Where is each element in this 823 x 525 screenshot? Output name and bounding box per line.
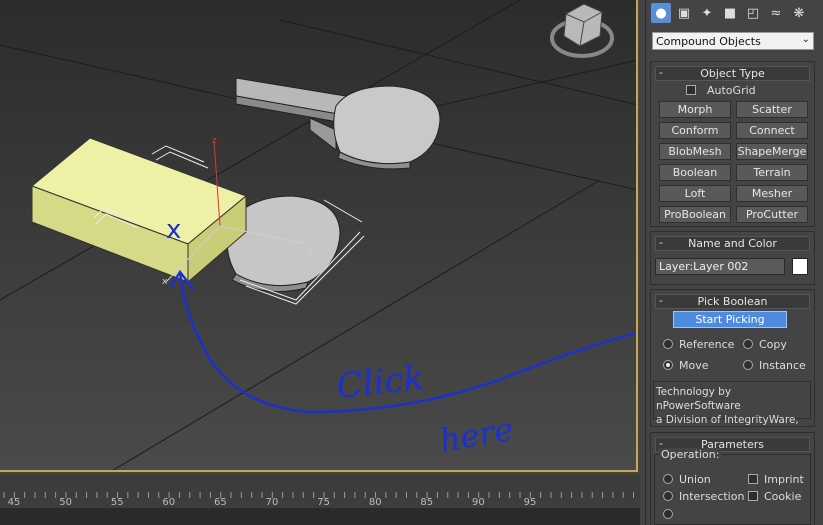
- union-label: Union: [679, 473, 711, 486]
- camera-icon[interactable]: ■: [720, 3, 740, 23]
- instance-label: Instance: [759, 359, 806, 372]
- reference-label: Reference: [679, 338, 735, 351]
- imprint-checkbox[interactable]: [748, 474, 758, 484]
- collapse-icon: -: [659, 236, 663, 249]
- object-type-rollout: - Object Type AutoGrid Morph Scatter Con…: [650, 61, 815, 227]
- annotation-here-label: here: [437, 410, 516, 460]
- systems-icon[interactable]: ❋: [789, 3, 809, 23]
- move-label: Move: [679, 359, 709, 372]
- autogrid-checkbox[interactable]: [686, 85, 696, 95]
- operation-label: Operation:: [659, 448, 722, 461]
- subtraction-radio[interactable]: [663, 509, 673, 519]
- terrain-button[interactable]: Terrain: [736, 164, 808, 181]
- collapse-icon: -: [659, 66, 663, 79]
- key-object[interactable]: [235, 77, 441, 170]
- helper-icon[interactable]: ◰: [743, 3, 763, 23]
- sphere-icon[interactable]: ●: [651, 3, 671, 23]
- connect-button[interactable]: Connect: [736, 122, 808, 139]
- ruler-tick-label: 85: [420, 497, 433, 506]
- instance-radio[interactable]: [743, 360, 753, 370]
- ruler-tick-label: 90: [472, 497, 485, 506]
- name-and-color-header[interactable]: - Name and Color: [655, 236, 810, 251]
- ruler-tick-label: 75: [317, 497, 330, 506]
- object-type-title: Object Type: [700, 67, 765, 80]
- annotation-click-label: Click: [335, 358, 426, 407]
- scatter-button[interactable]: Scatter: [736, 101, 808, 118]
- ruler-tick-label: 45: [8, 497, 21, 506]
- chevron-down-icon: ⌄: [801, 34, 810, 45]
- timeline-track[interactable]: [0, 508, 640, 525]
- category-value: Compound Objects: [656, 34, 761, 48]
- viewcube[interactable]: [550, 3, 614, 58]
- autogrid-label: AutoGrid: [707, 84, 756, 97]
- command-panel-tabs: ● ▣ ✦ ■ ◰ ≈ ❋: [651, 3, 809, 25]
- morph-button[interactable]: Morph: [659, 101, 731, 118]
- object-name-input[interactable]: Layer:Layer 002: [655, 258, 785, 275]
- object-color-swatch[interactable]: [792, 258, 808, 275]
- proboolean-button[interactable]: ProBoolean: [659, 206, 731, 223]
- copy-label: Copy: [759, 338, 787, 351]
- procutter-button[interactable]: ProCutter: [736, 206, 808, 223]
- ruler-tick-label: 70: [266, 497, 279, 506]
- axis-x-label: x: [162, 277, 168, 287]
- name-and-color-title: Name and Color: [688, 237, 777, 250]
- ruler-tick-label: 60: [162, 497, 175, 506]
- intersection-label: Intersection: [679, 490, 745, 503]
- axis-y-label: y: [307, 245, 313, 255]
- annotation-x-label: x: [166, 215, 181, 245]
- copy-radio[interactable]: [743, 339, 753, 349]
- frame-ruler[interactable]: 45 50 55 60 65 70 75 80 85 90 95: [0, 492, 640, 506]
- boolean-button[interactable]: Boolean: [659, 164, 731, 181]
- credit-line-2: a Division of IntegrityWare,: [656, 414, 799, 426]
- yellow-box-object[interactable]: [31, 137, 247, 284]
- mesher-button[interactable]: Mesher: [736, 185, 808, 202]
- union-radio[interactable]: [663, 474, 673, 484]
- ruler-tick-label: 80: [369, 497, 382, 506]
- cookie-label: Cookie: [764, 490, 802, 503]
- credit-line-1: Technology by nPowerSoftware: [656, 386, 741, 412]
- perspective-viewport[interactable]: z y x x Click here: [0, 0, 638, 472]
- cookie-checkbox[interactable]: [748, 491, 758, 501]
- collapse-icon: -: [659, 294, 663, 307]
- loft-button[interactable]: Loft: [659, 185, 731, 202]
- command-panel: ● ▣ ✦ ■ ◰ ≈ ❋ Compound Objects ⌄ - Objec…: [645, 0, 823, 525]
- reference-radio[interactable]: [663, 339, 673, 349]
- ruler-tick-label: 95: [524, 497, 537, 506]
- shapemerge-button[interactable]: ShapeMerge: [736, 143, 808, 160]
- move-radio[interactable]: [663, 360, 673, 370]
- pad-object[interactable]: [226, 195, 365, 305]
- credit-text-box: Technology by nPowerSoftware a Division …: [653, 381, 811, 426]
- shapes-icon[interactable]: ▣: [674, 3, 694, 23]
- blobmesh-button[interactable]: BlobMesh: [659, 143, 731, 160]
- intersection-radio[interactable]: [663, 491, 673, 501]
- ruler-tick-label: 55: [111, 497, 124, 506]
- conform-button[interactable]: Conform: [659, 122, 731, 139]
- timeline[interactable]: 45 50 55 60 65 70 75 80 85 90 95: [0, 474, 640, 525]
- category-dropdown[interactable]: Compound Objects ⌄: [652, 32, 814, 50]
- spacewarp-icon[interactable]: ≈: [766, 3, 786, 23]
- axis-z-label: z: [212, 136, 217, 146]
- imprint-label: Imprint: [764, 473, 804, 486]
- ruler-tick-label: 65: [214, 497, 227, 506]
- object-type-header[interactable]: - Object Type: [655, 66, 810, 81]
- start-picking-button[interactable]: Start Picking: [673, 311, 787, 328]
- ruler-tick-label: 50: [59, 497, 72, 506]
- light-icon[interactable]: ✦: [697, 3, 717, 23]
- pick-boolean-title: Pick Boolean: [697, 295, 768, 308]
- pick-boolean-header[interactable]: - Pick Boolean: [655, 294, 810, 309]
